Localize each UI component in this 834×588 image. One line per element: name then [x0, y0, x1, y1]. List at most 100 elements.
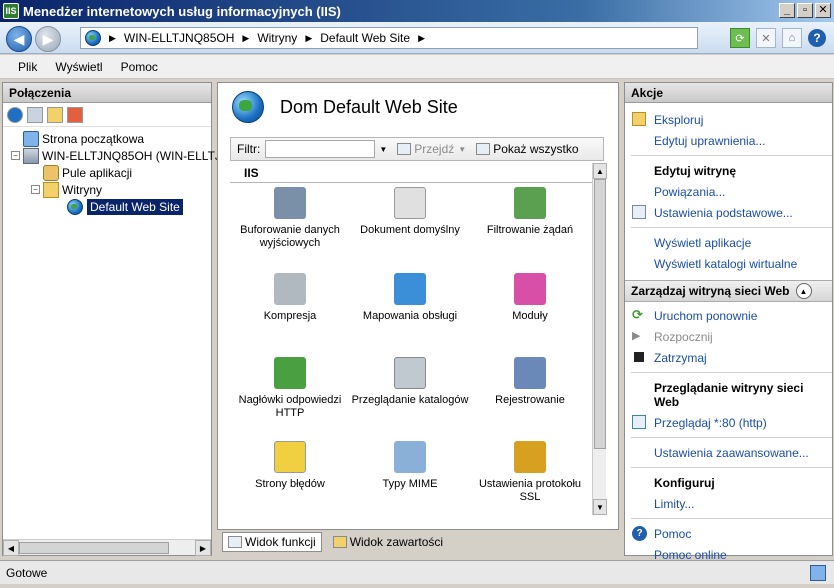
feature-handler-mappings[interactable]: Mapowania obsługi [350, 273, 470, 323]
tree-item-default-web-site[interactable]: Default Web Site [67, 198, 183, 215]
horizontal-scrollbar[interactable]: ◀ ▶ [3, 539, 211, 556]
collapse-icon[interactable]: − [31, 185, 40, 194]
iis-app-icon: IIS [3, 3, 19, 19]
action-browse-80[interactable]: Przeglądaj *:80 (http) [625, 412, 832, 433]
browse-icon [632, 415, 646, 429]
help-icon[interactable]: ? [808, 29, 826, 47]
tab-features-view[interactable]: Widok funkcji [222, 532, 322, 552]
back-button[interactable]: ◀ [6, 26, 32, 52]
home-icon[interactable]: ⌂ [782, 28, 802, 48]
feature-label: Kompresja [263, 310, 317, 322]
site-globe-icon [232, 91, 264, 123]
action-help[interactable]: ? Pomoc [625, 523, 832, 544]
scroll-up-icon[interactable]: ▲ [593, 163, 607, 179]
action-label: Limity... [654, 496, 695, 511]
edit-site-header: Edytuj witrynę [654, 164, 737, 178]
feature-label: Strony błędów [255, 478, 325, 490]
collapse-up-icon[interactable]: ▲ [795, 283, 812, 299]
chevron-right-icon: ▶ [109, 32, 116, 43]
scroll-thumb[interactable] [594, 179, 606, 449]
feature-directory-browsing[interactable]: Przeglądanie katalogów [350, 357, 470, 407]
status-text: Gotowe [6, 565, 48, 580]
feature-label: Nagłówki odpowiedzi HTTP [238, 394, 342, 419]
action-view-applications[interactable]: Wyświetl aplikacje [625, 232, 832, 253]
vertical-scrollbar[interactable]: ▲ ▼ [592, 163, 607, 515]
disconnect-icon[interactable] [67, 106, 83, 123]
scroll-right-icon[interactable]: ▶ [195, 540, 211, 556]
action-label: Ustawienia podstawowe... [654, 205, 793, 220]
view-tabs: Widok funkcji Widok zawartości [222, 532, 448, 552]
action-advanced-settings[interactable]: Ustawienia zaawansowane... [625, 442, 832, 463]
tree-item-start-page[interactable]: Strona początkowa [23, 130, 144, 147]
feature-error-pages[interactable]: Strony błędów [230, 441, 350, 491]
forward-button[interactable]: ▶ [35, 26, 61, 52]
menu-bar: Plik Wyświetl Pomoc [0, 55, 834, 79]
page-header: Dom Default Web Site [218, 83, 618, 131]
window-title: Menedżer internetowych usług informacyjn… [23, 3, 341, 19]
action-basic-settings[interactable]: Ustawienia podstawowe... [625, 202, 832, 223]
breadcrumb-sep: ▶ [418, 33, 433, 44]
action-edit-permissions[interactable]: Edytuj uprawnienia... [625, 130, 832, 151]
save-icon[interactable] [27, 106, 43, 123]
feature-output-caching[interactable]: Buforowanie danych wyjściowych [230, 187, 350, 250]
connections-toolbar [3, 103, 211, 127]
action-view-virtual-dirs[interactable]: Wyświetl katalogi wirtualne [625, 253, 832, 274]
action-explore[interactable]: Eksploruj [625, 109, 832, 130]
action-limits[interactable]: Limity... [625, 493, 832, 514]
feature-label: Buforowanie danych wyjściowych [240, 224, 340, 249]
tab-content-view[interactable]: Widok zawartości [328, 533, 448, 551]
chevron-down-icon[interactable]: ▼ [458, 145, 466, 154]
tree-item-app-pools[interactable]: Pule aplikacji [43, 164, 132, 181]
feature-label: Mapowania obsługi [362, 310, 458, 322]
divider [631, 155, 832, 156]
go-button[interactable]: Przejdź [397, 142, 454, 156]
action-label: Powiązania... [654, 184, 726, 199]
action-label: Eksploruj [654, 112, 704, 127]
tree-item-server[interactable]: − WIN-ELLTJNQ85OH (WIN-ELLTJN [11, 147, 230, 164]
feature-modules[interactable]: Moduły [470, 273, 590, 323]
tree-item-sites[interactable]: − Witryny [31, 181, 102, 198]
refresh-icon[interactable]: ⟳ [730, 28, 750, 48]
breadcrumb-site[interactable]: Default Web Site [320, 31, 410, 45]
scroll-left-icon[interactable]: ◀ [3, 540, 19, 556]
feature-logging[interactable]: Rejestrowanie [470, 357, 590, 407]
action-restart[interactable]: ⟳ Uruchom ponownie [625, 305, 832, 326]
window-titlebar: IIS Menedżer internetowych usług informa… [0, 0, 834, 22]
minimize-button[interactable]: _ [779, 3, 795, 18]
address-box[interactable]: ▶ WIN-ELLTJNQ85OH ▶ Witryny ▶ Default We… [80, 27, 698, 49]
scroll-down-icon[interactable]: ▼ [593, 499, 607, 515]
feature-request-filtering[interactable]: Filtrowanie żądań [470, 187, 590, 237]
up-folder-icon[interactable] [47, 106, 63, 123]
http-headers-icon [274, 357, 306, 389]
stop-icon[interactable]: ✕ [756, 28, 776, 48]
feature-label: Przeglądanie katalogów [351, 394, 469, 406]
close-button[interactable]: ✕ [815, 3, 831, 18]
menu-help[interactable]: Pomoc [112, 60, 167, 74]
maximize-button[interactable]: ▫ [797, 3, 813, 18]
feature-http-headers[interactable]: Nagłówki odpowiedzi HTTP [230, 357, 350, 420]
filter-input[interactable] [265, 140, 376, 158]
breadcrumb-server[interactable]: WIN-ELLTJNQ85OH [124, 31, 234, 45]
feature-ssl-settings[interactable]: Ustawienia protokołu SSL [470, 441, 590, 504]
back-arrow-icon: ◀ [13, 30, 25, 47]
show-all-button[interactable]: Pokaż wszystko [476, 142, 579, 156]
start-page-icon [23, 130, 39, 147]
feature-compression[interactable]: Kompresja [230, 273, 350, 323]
feature-default-document[interactable]: Dokument domyślny [350, 187, 470, 237]
connect-icon[interactable] [7, 106, 23, 123]
manage-site-header[interactable]: Zarządzaj witryną sieci Web ▲ [625, 280, 832, 302]
collapse-icon[interactable]: − [11, 151, 20, 160]
menu-file[interactable]: Plik [9, 60, 46, 74]
page-title: Dom Default Web Site [280, 96, 458, 117]
action-start[interactable]: ▶ Rozpocznij [625, 326, 832, 347]
binoculars-icon [397, 143, 412, 155]
mime-types-icon [394, 441, 426, 473]
action-bindings[interactable]: Powiązania... [625, 181, 832, 202]
breadcrumb-sites[interactable]: Witryny [257, 31, 297, 45]
menu-view[interactable]: Wyświetl [46, 60, 111, 74]
address-tools: ⟳ ✕ ⌂ ? [730, 28, 826, 48]
feature-mime-types[interactable]: Typy MIME [350, 441, 470, 491]
scroll-thumb[interactable] [19, 542, 169, 554]
chevron-down-icon[interactable]: ▼ [379, 145, 387, 154]
action-stop[interactable]: Zatrzymaj [625, 347, 832, 368]
